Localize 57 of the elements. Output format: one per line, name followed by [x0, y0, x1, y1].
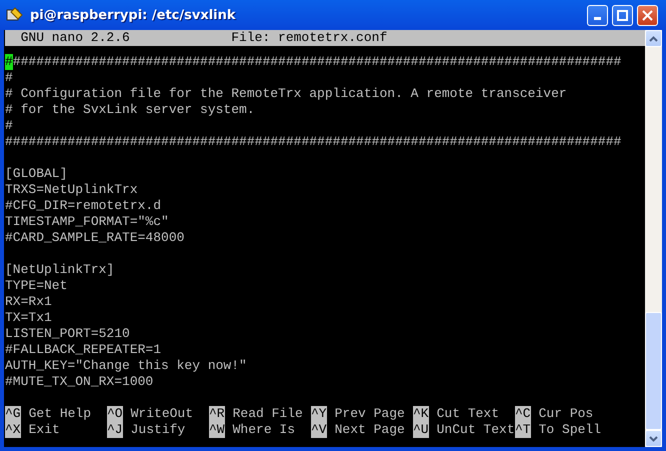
code-line: AUTH_KEY="Change this key now!" — [5, 358, 247, 374]
shortcut-key: ^O — [107, 406, 123, 422]
maximize-icon — [617, 10, 628, 20]
shortcut-label: Justify — [130, 422, 186, 438]
code-line: LISTEN_PORT=5210 — [5, 326, 130, 342]
code-line: # for the SvxLink server system. — [5, 102, 255, 118]
shortcut-label: UnCut Text — [436, 422, 515, 438]
shortcut-label: Cut Text — [436, 406, 500, 422]
shortcut-label: To Spell — [538, 422, 602, 438]
code-line: #CARD_SAMPLE_RATE=48000 — [5, 230, 184, 246]
code-line: # — [5, 70, 13, 86]
window-title: pi@raspberrypi: /etc/svxlink — [30, 8, 237, 22]
shortcut-key: ^G — [5, 406, 21, 422]
shortcut-label: Get Help — [28, 406, 92, 422]
maximize-button[interactable] — [612, 4, 633, 26]
scrollbar[interactable] — [645, 30, 662, 447]
shortcut-label: Cur Pos — [538, 406, 594, 422]
shortcut-key: ^R — [209, 406, 225, 422]
code-line: RX=Rx1 — [5, 294, 52, 310]
shortcut-key: ^X — [5, 422, 21, 438]
minimize-button[interactable] — [587, 4, 608, 26]
shortcut-label: Where Is — [232, 422, 296, 438]
code-line: [GLOBAL] — [5, 166, 68, 182]
shortcut-label: Next Page — [334, 422, 405, 438]
code-line: # — [5, 118, 13, 134]
shortcut-key: ^Y — [311, 406, 327, 422]
code-line: #FALLBACK_REPEATER=1 — [5, 342, 162, 358]
minimize-icon — [594, 17, 601, 20]
shortcut-key: ^V — [311, 422, 327, 438]
file-name: File: remotetrx.conf — [231, 30, 388, 46]
shortcut-key: ^T — [515, 422, 531, 438]
code-line: TYPE=Net — [5, 278, 68, 294]
code-line: TIMESTAMP_FORMAT="%c" — [5, 214, 169, 230]
close-button[interactable] — [637, 4, 658, 26]
code-line: TRXS=NetUplinkTrx — [5, 182, 138, 198]
shortcut-key: ^W — [209, 422, 225, 438]
scroll-down-icon[interactable] — [645, 430, 662, 447]
shortcut-label: Exit — [28, 422, 60, 438]
code-line: [NetUplinkTrx] — [5, 262, 114, 278]
shortcut-label: WriteOut — [130, 406, 194, 422]
shortcut-key: ^U — [413, 422, 429, 438]
shortcut-label: Read File — [232, 406, 303, 422]
program-name: GNU nano 2.2.6 — [20, 30, 130, 46]
scroll-up-icon[interactable] — [645, 30, 662, 47]
code-line: #MUTE_TX_ON_RX=1000 — [5, 374, 154, 390]
code-line: # Configuration file for the RemoteTrx application. A remote transceiver — [5, 86, 567, 102]
cursor: # — [5, 54, 13, 70]
scroll-thumb[interactable] — [645, 312, 662, 430]
close-icon — [642, 10, 653, 20]
code-line: ############################################################################## — [12, 54, 622, 70]
shortcut-key: ^K — [413, 406, 429, 422]
shortcut-key: ^J — [107, 422, 123, 438]
code-line: ############################################################################### — [5, 134, 622, 150]
shortcut-key: ^C — [515, 406, 531, 422]
shortcut-label: Prev Page — [334, 406, 405, 422]
code-line: TX=Tx1 — [5, 310, 52, 326]
code-line: #CFG_DIR=remotetrx.d — [5, 198, 162, 214]
